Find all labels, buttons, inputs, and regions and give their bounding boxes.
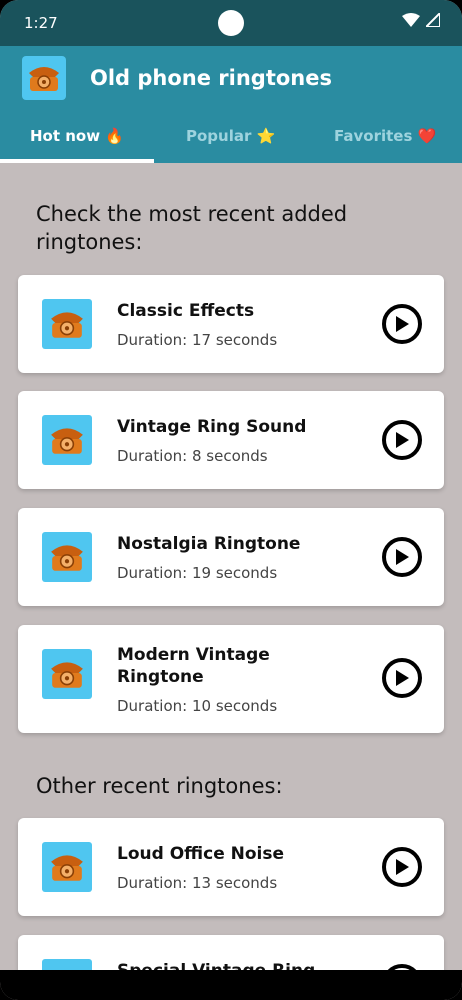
play-icon bbox=[396, 549, 409, 565]
ringtone-name: Loud Office Noise bbox=[117, 844, 285, 864]
ringtone-card[interactable]: Modern Vintage Ringtone Duration: 10 sec… bbox=[18, 625, 444, 733]
ringtone-name: Classic Effects bbox=[117, 301, 255, 321]
play-button[interactable] bbox=[382, 847, 422, 887]
rotary-phone-icon bbox=[29, 67, 59, 91]
ringtone-duration: Duration: 8 seconds bbox=[117, 447, 268, 465]
app-title: Old phone ringtones bbox=[90, 66, 333, 90]
ringtone-thumbnail bbox=[42, 299, 92, 349]
ringtone-thumbnail bbox=[42, 649, 92, 699]
play-button[interactable] bbox=[382, 420, 422, 460]
tab-hot-now[interactable]: Hot now 🔥 bbox=[30, 127, 124, 145]
rotary-phone-icon bbox=[51, 662, 83, 688]
ringtone-duration: Duration: 10 seconds bbox=[117, 697, 278, 715]
ringtone-name: Modern Vintage Ringtone bbox=[117, 645, 270, 687]
rotary-phone-icon bbox=[51, 545, 83, 571]
section-title-recent-added: Check the most recent added ringtones: bbox=[36, 202, 348, 254]
play-icon bbox=[396, 316, 409, 332]
ringtone-name: Vintage Ring Sound bbox=[117, 417, 307, 437]
ringtone-card[interactable]: Nostalgia Ringtone Duration: 19 seconds bbox=[18, 508, 444, 606]
ringtone-card[interactable]: Vintage Ring Sound Duration: 8 seconds bbox=[18, 391, 444, 489]
section-title-other-recent: Other recent ringtones: bbox=[36, 774, 283, 798]
rotary-phone-icon bbox=[51, 428, 83, 454]
camera-cutout bbox=[218, 10, 244, 36]
ringtone-thumbnail bbox=[42, 415, 92, 465]
play-button[interactable] bbox=[382, 658, 422, 698]
status-icons bbox=[402, 13, 440, 27]
tab-indicator bbox=[0, 159, 154, 163]
play-icon bbox=[396, 670, 409, 686]
tab-popular[interactable]: Popular ⭐ bbox=[186, 127, 275, 145]
status-time: 1:27 bbox=[24, 14, 58, 32]
ringtone-card[interactable]: Loud Office Noise Duration: 13 seconds bbox=[18, 818, 444, 916]
tab-favorites[interactable]: Favorites ❤️ bbox=[334, 127, 436, 145]
ringtone-duration: Duration: 19 seconds bbox=[117, 564, 278, 582]
wifi-icon bbox=[402, 13, 420, 27]
ringtone-thumbnail bbox=[42, 842, 92, 892]
screen: 1:27 Old phone ringtones Hot now 🔥 Popul… bbox=[0, 0, 462, 1000]
tab-bar: Hot now 🔥 Popular ⭐ Favorites ❤️ bbox=[0, 116, 462, 163]
ringtone-card[interactable]: Classic Effects Duration: 17 seconds bbox=[18, 275, 444, 373]
play-icon bbox=[396, 432, 409, 448]
rotary-phone-icon bbox=[51, 855, 83, 881]
ringtone-thumbnail bbox=[42, 532, 92, 582]
rotary-phone-icon bbox=[51, 312, 83, 338]
play-button[interactable] bbox=[382, 304, 422, 344]
status-bar: 1:27 bbox=[0, 0, 462, 46]
play-button[interactable] bbox=[382, 537, 422, 577]
ringtone-duration: Duration: 13 seconds bbox=[117, 874, 278, 892]
ringtone-duration: Duration: 17 seconds bbox=[117, 331, 278, 349]
ringtone-name: Nostalgia Ringtone bbox=[117, 534, 301, 554]
signal-icon bbox=[426, 13, 440, 27]
system-nav-bar bbox=[0, 970, 462, 1000]
app-logo bbox=[22, 56, 66, 100]
play-icon bbox=[396, 859, 409, 875]
app-bar: Old phone ringtones Hot now 🔥 Popular ⭐ … bbox=[0, 46, 462, 163]
